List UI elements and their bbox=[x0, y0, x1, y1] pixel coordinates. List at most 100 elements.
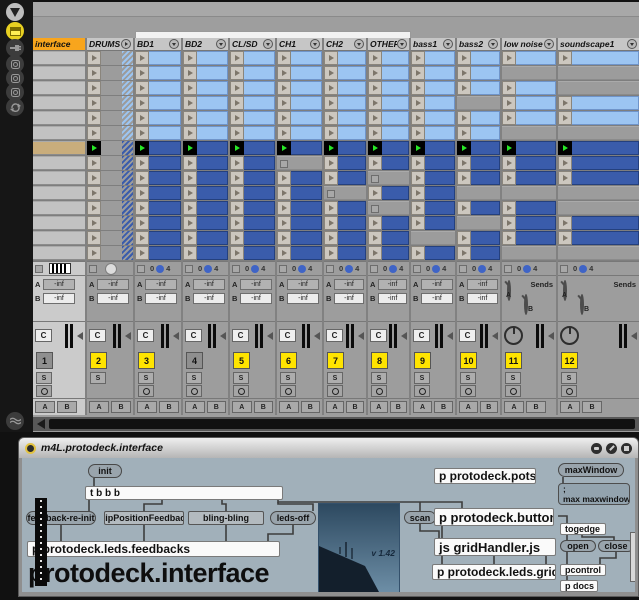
send-a-value[interactable]: -inf bbox=[145, 279, 177, 290]
clip-slot-empty[interactable] bbox=[33, 246, 85, 260]
clip-slot[interactable] bbox=[135, 111, 181, 125]
clip-body[interactable] bbox=[425, 186, 455, 200]
clip-slot-empty[interactable] bbox=[558, 66, 639, 80]
clip-launch-button[interactable] bbox=[558, 111, 572, 125]
group-clip-slot[interactable] bbox=[87, 216, 133, 230]
track-dropdown-icon[interactable] bbox=[216, 39, 226, 49]
group-clip-slot[interactable] bbox=[87, 156, 133, 170]
clip-launch-button[interactable] bbox=[183, 66, 197, 80]
clip-slot-empty[interactable] bbox=[33, 231, 85, 245]
clip-body[interactable] bbox=[291, 186, 322, 200]
track-activator-button[interactable]: 3 bbox=[138, 352, 155, 369]
clip-body[interactable] bbox=[149, 171, 181, 185]
clip-body[interactable] bbox=[338, 141, 366, 155]
track-activator-button[interactable]: 11 bbox=[505, 352, 522, 369]
clip-launch-button[interactable] bbox=[135, 126, 149, 140]
clip-body[interactable] bbox=[291, 126, 322, 140]
cue-button[interactable]: C bbox=[413, 329, 430, 342]
clip-slot[interactable] bbox=[411, 81, 455, 95]
clip-slot-empty[interactable] bbox=[502, 126, 556, 140]
volume-slider-handle[interactable] bbox=[220, 332, 226, 340]
clip-slot[interactable] bbox=[324, 246, 366, 260]
track-header[interactable]: bass1 bbox=[411, 38, 455, 51]
clip-slot[interactable] bbox=[502, 171, 556, 185]
clip-body[interactable] bbox=[471, 141, 500, 155]
clip-body[interactable] bbox=[338, 51, 366, 65]
cue-button[interactable]: C bbox=[279, 329, 296, 342]
clip-body[interactable] bbox=[338, 81, 366, 95]
crossfade-a-button[interactable]: A bbox=[137, 401, 157, 413]
track-header[interactable]: BD1 bbox=[135, 38, 181, 51]
clip-slot[interactable] bbox=[324, 156, 366, 170]
clip-body[interactable] bbox=[197, 51, 228, 65]
crossfade-b-button[interactable]: B bbox=[207, 401, 227, 413]
clip-launch-button[interactable] bbox=[183, 111, 197, 125]
clip-body[interactable] bbox=[244, 66, 275, 80]
max-object-p-docs[interactable]: p docs bbox=[560, 580, 598, 592]
clip-slot[interactable] bbox=[368, 186, 409, 200]
clip-slot[interactable] bbox=[277, 201, 322, 215]
clip-body[interactable] bbox=[572, 156, 639, 170]
clip-slot[interactable] bbox=[183, 126, 228, 140]
send-b-value[interactable]: -inf bbox=[378, 293, 407, 304]
clip-launch-button[interactable] bbox=[277, 111, 291, 125]
arm-button[interactable] bbox=[414, 385, 430, 397]
group-clip-slot[interactable] bbox=[87, 171, 133, 185]
clip-slot-empty[interactable] bbox=[368, 171, 409, 185]
clip-slot[interactable] bbox=[502, 111, 556, 125]
clip-slot[interactable] bbox=[558, 171, 639, 185]
clip-body[interactable] bbox=[471, 201, 500, 215]
clip-body[interactable] bbox=[471, 171, 500, 185]
clip-launch-button[interactable] bbox=[135, 216, 149, 230]
clip-slot[interactable] bbox=[324, 171, 366, 185]
clip-body[interactable] bbox=[382, 111, 409, 125]
group-clip-slot[interactable] bbox=[87, 231, 133, 245]
clip-launch-button[interactable] bbox=[457, 66, 471, 80]
clip-body[interactable] bbox=[291, 141, 322, 155]
track-header[interactable]: BD2 bbox=[183, 38, 228, 51]
stop-all-clips-button[interactable] bbox=[279, 265, 287, 273]
clip-launch-button[interactable] bbox=[368, 156, 382, 170]
clip-launch-button[interactable] bbox=[324, 81, 338, 95]
arm-button[interactable] bbox=[280, 385, 296, 397]
crossfade-a-button[interactable]: A bbox=[35, 401, 55, 413]
stop-all-clips-button[interactable] bbox=[35, 265, 43, 273]
clip-launch-button[interactable] bbox=[324, 171, 338, 185]
track-activator-button[interactable]: 4 bbox=[186, 352, 203, 369]
clip-slot[interactable] bbox=[368, 111, 409, 125]
clip-slot[interactable] bbox=[230, 96, 275, 110]
clip-slot-empty[interactable] bbox=[558, 201, 639, 215]
clip-slot[interactable] bbox=[230, 156, 275, 170]
crossfade-b-button[interactable]: B bbox=[57, 401, 77, 413]
clip-launch-button[interactable] bbox=[135, 111, 149, 125]
clip-slot[interactable] bbox=[135, 186, 181, 200]
send-b-value[interactable]: -inf bbox=[287, 293, 319, 304]
clip-slot[interactable] bbox=[230, 246, 275, 260]
crossfade-a-button[interactable]: A bbox=[413, 401, 432, 413]
max-object-scan[interactable]: scan bbox=[404, 511, 436, 524]
clip-body[interactable] bbox=[516, 96, 556, 110]
clip-body[interactable] bbox=[197, 201, 228, 215]
clip-slot[interactable] bbox=[558, 231, 639, 245]
clip-body[interactable] bbox=[149, 246, 181, 260]
clip-launch-button[interactable] bbox=[457, 81, 471, 95]
clip-slot[interactable] bbox=[324, 201, 366, 215]
clip-slot-empty[interactable] bbox=[558, 186, 639, 200]
clip-slot-empty[interactable] bbox=[33, 51, 85, 65]
group-clip-slot[interactable] bbox=[87, 96, 133, 110]
clip-body[interactable] bbox=[149, 81, 181, 95]
clip-stop-row[interactable]: 04 bbox=[277, 261, 322, 275]
group-clip-slot[interactable] bbox=[87, 246, 133, 260]
clip-slot[interactable] bbox=[183, 51, 228, 65]
clip-slot[interactable] bbox=[135, 51, 181, 65]
send-b-value[interactable]: -inf bbox=[43, 293, 75, 304]
clip-slot[interactable] bbox=[324, 96, 366, 110]
clip-body[interactable] bbox=[244, 51, 275, 65]
clip-launch-button[interactable] bbox=[135, 201, 149, 215]
clip-launch-button[interactable] bbox=[277, 231, 291, 245]
clip-stop-row[interactable] bbox=[87, 261, 133, 275]
clip-launch-button[interactable] bbox=[324, 216, 338, 230]
clip-slot[interactable] bbox=[324, 51, 366, 65]
clip-slot[interactable] bbox=[183, 111, 228, 125]
clip-slot[interactable] bbox=[230, 51, 275, 65]
